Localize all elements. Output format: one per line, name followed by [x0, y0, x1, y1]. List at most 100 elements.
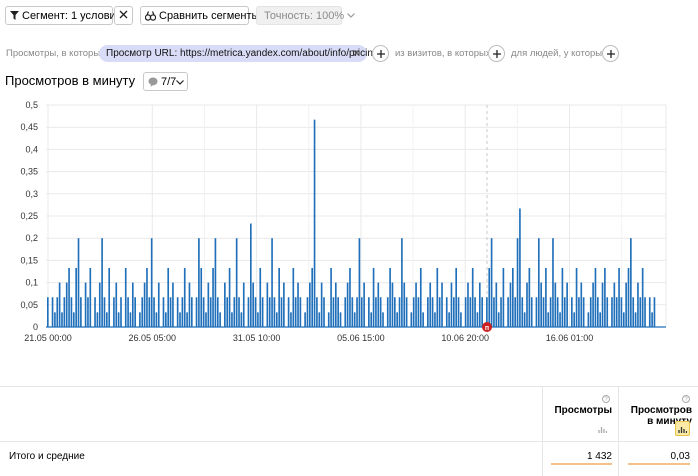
chart-bar: [61, 312, 63, 327]
bar-chart-icon: [678, 426, 687, 433]
total-views-bar: [551, 463, 612, 465]
close-icon[interactable]: ✕: [352, 47, 361, 60]
chart-bar: [96, 312, 99, 327]
chart-bar: [290, 312, 292, 327]
chart-bar: [183, 267, 186, 327]
accuracy-select[interactable]: Точность: 100%: [256, 6, 356, 25]
compare-icon: [145, 10, 156, 21]
chart-bar: [344, 297, 347, 327]
chart-bar: [254, 297, 257, 327]
annotation-label: п: [485, 325, 489, 332]
chart-bar: [56, 297, 59, 327]
filter-chip-url[interactable]: Просмотр URL: https://metrica.yandex.com…: [99, 45, 378, 62]
chart-bar: [280, 297, 283, 327]
chart-bar: [648, 297, 651, 327]
chart-bar: [398, 297, 401, 327]
chart-bar: [405, 297, 408, 327]
chart-bar: [615, 297, 618, 327]
chart-toggle-views-per-minute[interactable]: [675, 421, 690, 436]
chart-bar: [448, 312, 450, 327]
chart-bar: [72, 312, 75, 327]
chart-bar: [216, 297, 219, 327]
chart-bar: [113, 297, 115, 327]
chart-bar: [250, 223, 252, 327]
chart-bar: [238, 297, 240, 327]
chart-bar: [422, 312, 424, 327]
chart-bar: [80, 297, 82, 327]
chart-bar: [283, 282, 285, 327]
chart-bar: [332, 297, 335, 327]
chart-bar: [214, 238, 217, 327]
chart-bar: [519, 208, 521, 327]
chart-bar: [571, 297, 573, 327]
chart-bar: [549, 297, 552, 327]
x-tick-label: 05.06 15:00: [337, 333, 385, 343]
help-icon[interactable]: ?: [602, 395, 610, 403]
help-icon[interactable]: ?: [682, 395, 690, 403]
compare-segments-button[interactable]: Сравнить сегменты: [140, 6, 271, 25]
chart-bar: [240, 312, 243, 327]
chart-bar: [627, 267, 630, 327]
chart-bar: [379, 297, 382, 327]
add-condition-button[interactable]: [372, 45, 389, 62]
chart-bar: [500, 297, 502, 327]
chart-bar: [417, 297, 420, 327]
x-tick-label: 21.05 00:00: [24, 333, 72, 343]
chart-bar: [127, 297, 129, 327]
x-tick-label: 10.06 20:00: [441, 333, 489, 343]
chart-bar: [200, 267, 203, 327]
chart-bar: [47, 297, 49, 327]
chart-bar: [386, 297, 389, 327]
chart-bar: [252, 282, 255, 327]
chart-bar: [153, 297, 155, 327]
chart-bar: [618, 267, 620, 327]
chart-bar: [58, 282, 61, 327]
chart-bar: [530, 297, 533, 327]
chart-bar: [235, 238, 238, 327]
chart-bar: [436, 267, 439, 327]
chart-bar: [450, 282, 453, 327]
chart-bar: [471, 267, 474, 327]
plus-icon: [492, 49, 501, 58]
chart-toggle-views[interactable]: [595, 421, 610, 436]
chart-bar: [434, 312, 436, 327]
add-visit-condition-button[interactable]: [488, 45, 505, 62]
chart-bar: [190, 297, 193, 327]
chart-bar: [502, 267, 505, 327]
segment-clear-button[interactable]: [114, 6, 133, 25]
chart-bar: [512, 267, 514, 327]
column-header-views[interactable]: ?Просмотры: [548, 394, 612, 416]
chart-bar: [460, 312, 462, 327]
sessions-select[interactable]: 7/7: [143, 72, 188, 91]
chart-bar: [195, 297, 198, 327]
table-top-divider: [0, 386, 698, 387]
chart-bar: [207, 282, 210, 327]
chart-bar: [490, 238, 493, 327]
sessions-label: 7/7: [161, 75, 177, 88]
add-people-condition-button[interactable]: [602, 45, 619, 62]
chart-bar: [526, 282, 528, 327]
chart-bar: [54, 312, 56, 327]
chart-bar: [523, 312, 526, 327]
y-tick-label: 0,35: [20, 167, 38, 177]
chart-bar: [134, 297, 136, 327]
chart-bar: [516, 238, 519, 327]
chart-bar: [488, 267, 491, 327]
y-tick-label: 0,2: [25, 233, 38, 243]
chart-bar: [108, 267, 111, 327]
segment-filter-row: Просмотры, в которых Просмотр URL: https…: [0, 44, 698, 64]
chart-bar: [101, 238, 103, 327]
chart-bar: [641, 267, 644, 327]
chart-bar: [309, 282, 311, 327]
chart-bar: [415, 282, 417, 327]
chart-bar: [651, 312, 653, 327]
x-tick-label: 31.05 10:00: [233, 333, 281, 343]
chart-bar: [596, 297, 599, 327]
chart-bar: [389, 267, 391, 327]
y-tick-label: 0,4: [25, 144, 38, 154]
chart-bar: [311, 267, 314, 327]
chart-bar: [382, 312, 384, 327]
plus-icon: [606, 49, 615, 58]
segment-button[interactable]: Сегмент: 1 условие: [5, 6, 133, 25]
chart-bar: [464, 297, 467, 327]
